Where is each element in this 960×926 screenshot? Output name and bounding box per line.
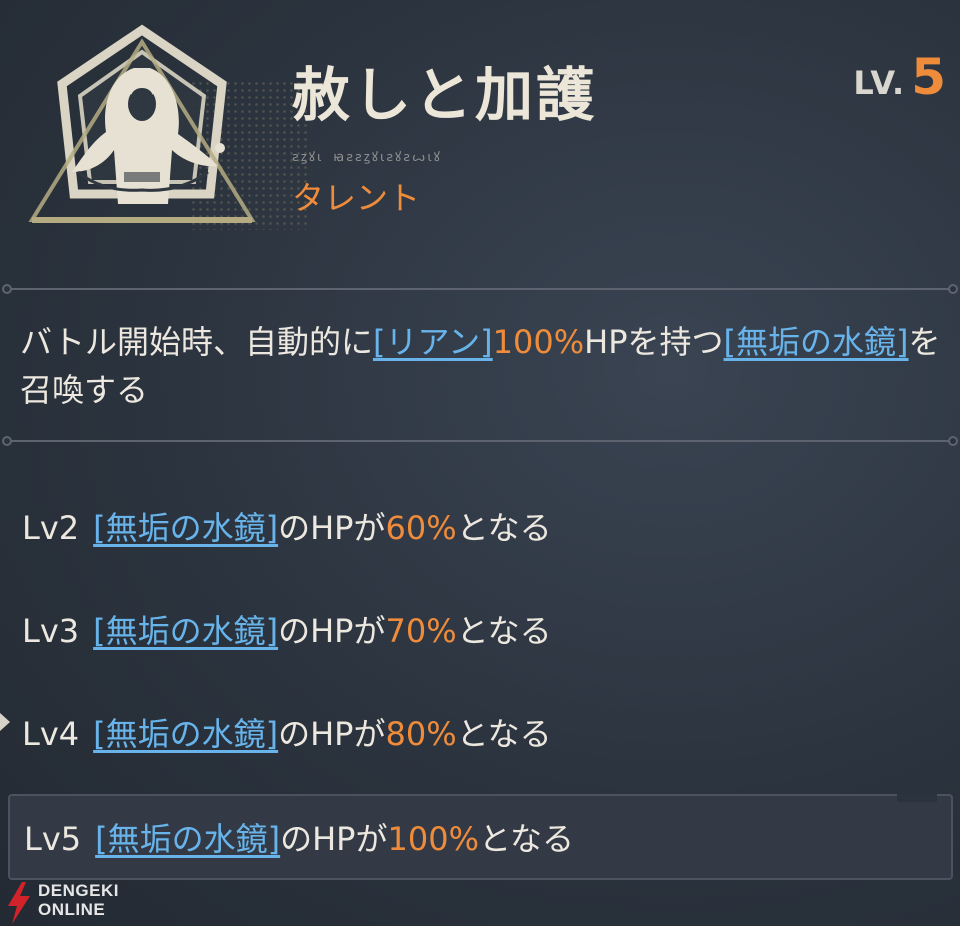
- pointer-arrow-icon: [0, 713, 10, 731]
- talent-description: バトル開始時、自動的に[リアン]100%HPを持つ[無垢の水鏡]を召喚する: [20, 318, 950, 414]
- frame-notch: [897, 794, 937, 802]
- level-text: となる: [456, 612, 552, 650]
- level-text: のHPが: [278, 509, 386, 547]
- level-item-lv5: Lv5 [無垢の水鏡]のHPが100%となる: [8, 794, 953, 880]
- level-item-lv4: Lv4 [無垢の水鏡]のHPが80%となる: [8, 691, 953, 777]
- rune-subtitle: ꙅꙁꙋꙇ ꙗꙅꙅꙁꙋꙇꙅꙋꙅꙍꙇꙋ: [292, 150, 442, 165]
- level-tag: Lv4: [22, 715, 80, 753]
- link-mirror[interactable]: [無垢の水鏡]: [95, 820, 280, 858]
- divider: [2, 436, 958, 446]
- lightning-bolt-icon: [8, 882, 30, 924]
- level-item-lv2: Lv2 [無垢の水鏡]のHPが60%となる: [8, 485, 953, 571]
- talent-level: LV. 5: [853, 48, 946, 106]
- talent-category: タレント: [292, 179, 421, 217]
- level-tag: Lv2: [22, 509, 80, 547]
- goddess-emblem-icon: [28, 24, 256, 223]
- level-text: のHPが: [280, 820, 388, 858]
- description-text: HPを持つ: [584, 323, 724, 361]
- level-value-percent: 100%: [387, 820, 479, 858]
- level-value-percent: 60%: [385, 509, 457, 547]
- watermark-text-bottom: ONLINE: [38, 900, 106, 919]
- level-text: となる: [478, 820, 575, 858]
- level-tag: Lv5: [24, 820, 82, 858]
- description-text: バトル開始時、自動的に: [20, 323, 373, 361]
- talent-header: 赦しと加護 LV. 5 ꙅꙁꙋꙇ ꙗꙅꙅꙁꙋꙇꙅꙋꙅꙍꙇꙋ タレント: [0, 0, 960, 270]
- link-mirror[interactable]: [無垢の水鏡]: [93, 509, 278, 547]
- level-text: となる: [456, 509, 552, 547]
- link-mirror[interactable]: [無垢の水鏡]: [93, 612, 278, 650]
- description-percent: 100%: [492, 323, 585, 361]
- level-text: のHPが: [278, 612, 386, 650]
- talent-title: 赦しと加護: [292, 61, 598, 129]
- watermark-logo: DENGEKI ONLINE: [2, 878, 132, 924]
- link-mirror[interactable]: [無垢の水鏡]: [93, 715, 278, 753]
- watermark-text-top: DENGEKI: [38, 881, 119, 900]
- level-text: となる: [456, 715, 552, 753]
- level-item-lv3: Lv3 [無垢の水鏡]のHPが70%となる: [8, 588, 953, 674]
- link-lian[interactable]: [リアン]: [373, 323, 493, 361]
- level-tag: Lv3: [22, 612, 80, 650]
- level-value: 5: [911, 48, 946, 106]
- divider: [2, 284, 958, 294]
- level-value-percent: 80%: [385, 715, 457, 753]
- level-value-percent: 70%: [385, 612, 457, 650]
- level-label: LV.: [853, 64, 906, 102]
- link-mirror[interactable]: [無垢の水鏡]: [724, 323, 909, 361]
- level-text: のHPが: [278, 715, 386, 753]
